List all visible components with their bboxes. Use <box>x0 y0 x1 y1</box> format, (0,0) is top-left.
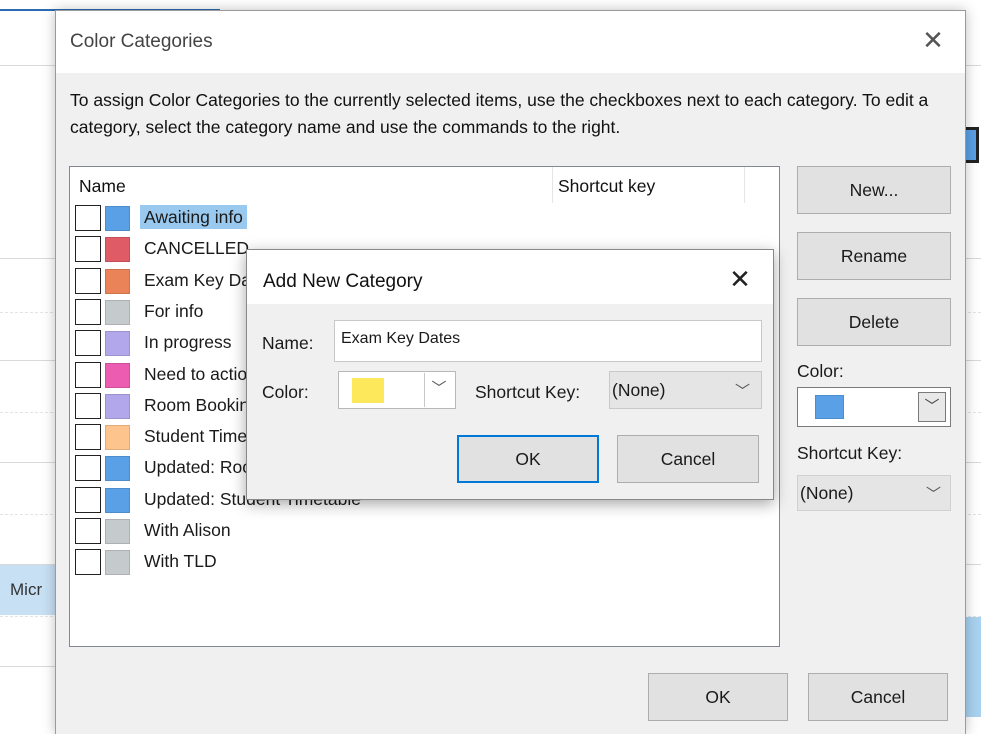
category-color-swatch <box>105 456 130 482</box>
category-name[interactable]: For info <box>140 299 207 323</box>
color-label: Color: <box>797 361 844 381</box>
category-name[interactable]: With TLD <box>140 549 221 573</box>
dialog-title: Color Categories <box>70 31 213 52</box>
column-header-shortcut[interactable]: Shortcut key <box>558 176 655 197</box>
category-checkbox[interactable] <box>75 267 101 294</box>
color-swatch <box>815 395 844 419</box>
category-name[interactable]: Awaiting info <box>140 205 247 229</box>
column-header-name[interactable]: Name <box>79 176 126 197</box>
category-name[interactable]: Need to action <box>140 362 261 386</box>
category-checkbox[interactable] <box>75 205 101 231</box>
category-color-swatch <box>105 487 130 513</box>
shortcut-key-label: Shortcut Key: <box>475 382 581 402</box>
category-color-swatch <box>105 268 130 294</box>
category-color-swatch <box>105 550 130 576</box>
category-row[interactable]: Awaiting info <box>70 203 630 234</box>
category-checkbox[interactable] <box>75 236 101 263</box>
category-checkbox[interactable] <box>75 549 101 576</box>
background-selection-marker <box>964 127 979 163</box>
background-calendar-item[interactable]: Micr <box>0 565 60 615</box>
cancel-button[interactable]: Cancel <box>808 673 948 721</box>
category-color-swatch <box>105 237 130 263</box>
add-new-category-dialog: Add New Category ✕ Name: Exam Key Dates … <box>246 249 774 500</box>
category-name[interactable]: With Alison <box>140 518 235 542</box>
category-color-swatch <box>105 519 130 544</box>
category-checkbox[interactable] <box>75 392 101 419</box>
dialog-title: Add New Category <box>263 271 423 292</box>
background-item-label: Micr <box>10 580 43 599</box>
category-checkbox[interactable] <box>75 298 101 325</box>
close-icon[interactable]: ✕ <box>918 25 948 55</box>
dialog-titlebar: Color Categories ✕ <box>56 11 965 73</box>
delete-button[interactable]: Delete <box>797 298 951 346</box>
shortcut-key-select[interactable]: (None) ﹀ <box>797 475 951 511</box>
category-checkbox[interactable] <box>75 455 101 482</box>
chevron-down-icon: ﹀ <box>926 486 942 503</box>
name-label: Name: <box>262 333 314 353</box>
column-separator[interactable] <box>552 167 553 203</box>
category-color-swatch <box>105 331 130 357</box>
new-button[interactable]: New... <box>797 166 951 214</box>
category-color-swatch <box>105 362 130 388</box>
ok-button[interactable]: OK <box>457 435 599 483</box>
color-label: Color: <box>262 382 309 402</box>
chevron-down-icon: ﹀ <box>735 383 751 400</box>
color-select[interactable]: ﹀ <box>338 371 456 409</box>
shortcut-key-value: (None) <box>800 483 854 503</box>
shortcut-key-value: (None) <box>612 380 666 400</box>
category-checkbox[interactable] <box>75 361 101 388</box>
category-color-swatch <box>105 393 130 419</box>
rename-button[interactable]: Rename <box>797 232 951 280</box>
color-swatch <box>352 378 384 403</box>
chevron-down-icon[interactable]: ﹀ <box>424 373 453 407</box>
category-checkbox[interactable] <box>75 518 101 544</box>
category-name[interactable]: CANCELLED <box>140 236 253 260</box>
close-icon[interactable]: ✕ <box>725 264 755 294</box>
category-color-swatch <box>105 299 130 325</box>
category-color-swatch <box>105 206 130 231</box>
column-separator[interactable] <box>744 167 745 203</box>
category-name-input[interactable]: Exam Key Dates <box>334 320 762 362</box>
category-row[interactable]: With Alison <box>70 516 630 547</box>
shortcut-key-select[interactable]: (None) ﹀ <box>609 371 762 409</box>
ok-button[interactable]: OK <box>648 673 788 721</box>
category-row[interactable]: With TLD <box>70 547 630 578</box>
dialog-instructions: To assign Color Categories to the curren… <box>70 90 929 137</box>
category-checkbox[interactable] <box>75 424 101 451</box>
category-checkbox[interactable] <box>75 330 101 357</box>
cancel-button[interactable]: Cancel <box>617 435 759 483</box>
category-checkbox[interactable] <box>75 486 101 513</box>
color-select[interactable]: ﹀ <box>797 387 951 427</box>
background-calendar-item[interactable] <box>964 617 981 717</box>
category-name[interactable]: In progress <box>140 330 236 354</box>
category-color-swatch <box>105 425 130 451</box>
chevron-down-icon[interactable]: ﹀ <box>918 392 946 422</box>
dialog-titlebar: Add New Category ✕ <box>247 250 773 304</box>
shortcut-key-label: Shortcut Key: <box>797 443 903 463</box>
